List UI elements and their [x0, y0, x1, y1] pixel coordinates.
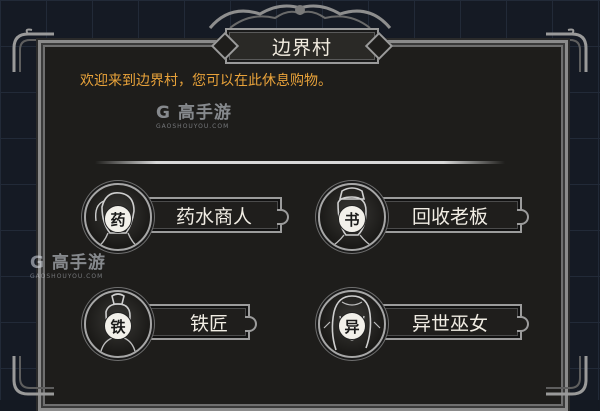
- divider: [95, 161, 505, 164]
- blacksmith-portrait-icon[interactable]: 铁: [84, 290, 152, 358]
- watermark-site: GAOSHOUYOU.COM: [30, 273, 104, 280]
- npc-name: 药水商人: [176, 205, 253, 228]
- recycle-boss-portrait-icon[interactable]: 书: [318, 183, 386, 251]
- npc-blacksmith[interactable]: 铁匠 铁: [84, 290, 264, 358]
- dialog-title: 边界村: [271, 36, 332, 59]
- npc-name: 铁匠: [190, 312, 229, 335]
- welcome-message: 欢迎来到边界村，您可以在此休息购物。: [80, 73, 332, 89]
- npc-name: 回收老板: [412, 205, 489, 228]
- watermark: G 高手游 GAOSHOUYOU.COM: [156, 98, 232, 130]
- npc-potion-merchant[interactable]: 药水商人 药: [84, 183, 294, 251]
- npc-seal: 铁: [104, 312, 132, 340]
- shrine-maiden-portrait-icon[interactable]: 异: [318, 290, 386, 358]
- watermark-site: GAOSHOUYOU.COM: [156, 123, 230, 130]
- npc-seal: 药: [104, 205, 132, 233]
- watermark-brand: G 高手游: [156, 103, 232, 123]
- watermark-brand: G 高手游: [30, 253, 106, 273]
- npc-seal: 异: [338, 312, 366, 340]
- npc-shrine-maiden[interactable]: 异世巫女 异: [318, 290, 529, 358]
- npc-name: 异世巫女: [412, 312, 489, 335]
- npc-recycle-boss[interactable]: 回收老板 书: [318, 183, 529, 251]
- corner-ornament-icon: [12, 356, 54, 396]
- potion-merchant-portrait-icon[interactable]: 药: [84, 183, 152, 251]
- top-ornament-icon: [208, 4, 392, 29]
- dialog-title-bar: 边界村: [225, 28, 379, 64]
- watermark: G 高手游 GAOSHOUYOU.COM: [30, 248, 106, 280]
- corner-ornament-icon: [546, 356, 588, 396]
- npc-seal: 书: [338, 205, 366, 233]
